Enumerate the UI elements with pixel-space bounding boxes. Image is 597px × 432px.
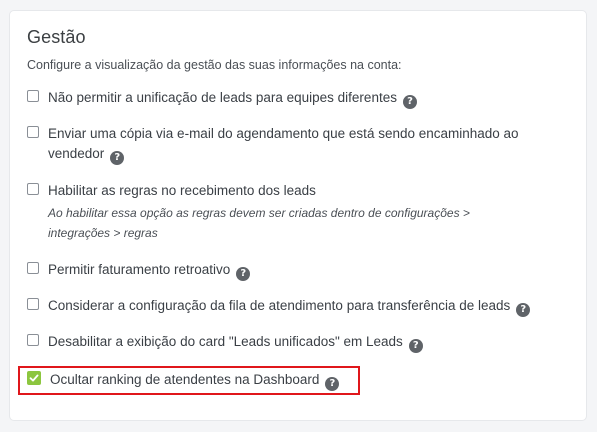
option-hint-line: Ao habilitar essa opção as regras devem …: [48, 206, 470, 220]
checkbox[interactable]: [27, 126, 39, 138]
option-label: Ocultar ranking de atendentes na Dashboa…: [50, 372, 320, 387]
option-desabilitar-card-leads-unificados[interactable]: Desabilitar a exibição do card "Leads un…: [27, 332, 423, 353]
checkbox[interactable]: [27, 334, 39, 346]
section-subtitle: Configure a visualização da gestão das s…: [27, 58, 402, 72]
check-icon: [29, 374, 39, 382]
option-hint-line: integrações > regras: [48, 226, 158, 240]
option-label-continued: vendedor: [48, 146, 105, 161]
option-label: Considerar a configuração da fila de ate…: [48, 298, 511, 313]
option-fila-atendimento[interactable]: Considerar a configuração da fila de ate…: [27, 296, 531, 317]
option-label: Permitir faturamento retroativo: [48, 262, 231, 277]
question-circle-icon[interactable]: ?: [402, 95, 417, 109]
checkbox[interactable]: [27, 183, 39, 195]
checkbox[interactable]: [27, 298, 39, 310]
question-circle-icon[interactable]: ?: [408, 339, 423, 353]
option-nao-permitir-unificacao[interactable]: Não permitir a unificação de leads para …: [27, 88, 417, 109]
checkbox[interactable]: [27, 90, 39, 102]
option-habilitar-regras[interactable]: Habilitar as regras no recebimento dos l…: [27, 181, 470, 243]
question-circle-icon[interactable]: ?: [516, 303, 531, 317]
option-enviar-copia-email[interactable]: Enviar uma cópia via e-mail do agendamen…: [27, 124, 519, 165]
option-hint: Ao habilitar essa opção as regras devem …: [48, 203, 470, 243]
option-label: Habilitar as regras no recebimento dos l…: [48, 183, 316, 198]
option-faturamento-retroativo[interactable]: Permitir faturamento retroativo?: [27, 260, 251, 281]
option-label: Desabilitar a exibição do card "Leads un…: [48, 334, 403, 349]
question-circle-icon[interactable]: ?: [236, 267, 251, 281]
checkbox-checked[interactable]: [27, 371, 41, 385]
option-label: Enviar uma cópia via e-mail do agendamen…: [48, 126, 519, 141]
checkbox[interactable]: [27, 262, 39, 274]
option-label: Não permitir a unificação de leads para …: [48, 90, 397, 105]
question-circle-icon[interactable]: ?: [325, 377, 340, 391]
option-ocultar-ranking[interactable]: Ocultar ranking de atendentes na Dashboa…: [27, 370, 340, 391]
section-title: Gestão: [27, 27, 86, 47]
question-circle-icon[interactable]: ?: [110, 151, 125, 165]
gestao-settings-card: Gestão Configure a visualização da gestã…: [9, 10, 587, 421]
